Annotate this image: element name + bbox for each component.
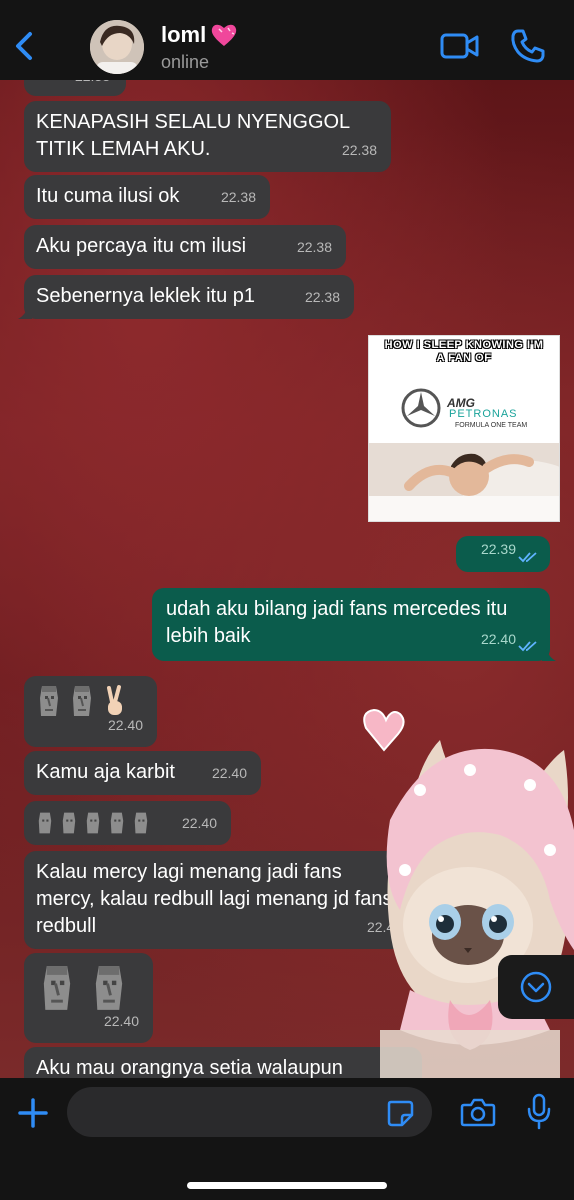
read-receipt-icon: [518, 641, 537, 652]
message-bubble[interactable]: KENAPASIH SELALU NYENGGOL TITIK LEMAH AK…: [24, 101, 391, 172]
avatar[interactable]: [90, 20, 144, 74]
video-camera-icon: [440, 33, 479, 59]
phone-icon: [511, 29, 545, 63]
moai-icon: [62, 812, 76, 834]
chevron-left-icon: [16, 32, 32, 60]
sticker-icon: [387, 1100, 414, 1127]
composer-bar: [0, 1078, 574, 1200]
emoji-message[interactable]: 22.40: [24, 676, 157, 747]
back-button[interactable]: [10, 28, 42, 64]
sticker-button[interactable]: [386, 1099, 414, 1132]
scroll-to-bottom-button[interactable]: [498, 955, 574, 1019]
message-bubble[interactable]: Aku percaya itu cm ilusi 22.38: [24, 225, 346, 269]
chat-area[interactable]: 22.38 KENAPASIH SELALU NYENGGOL TITIK LE…: [0, 80, 574, 1078]
microphone-icon: [527, 1093, 551, 1130]
read-receipt-icon: [518, 552, 537, 563]
attach-button[interactable]: [18, 1098, 48, 1133]
heart-icon: [212, 24, 237, 46]
microphone-button[interactable]: [526, 1093, 552, 1136]
message-bubble[interactable]: Itu cuma ilusi ok 22.38: [24, 175, 270, 219]
contact-name[interactable]: loml: [161, 22, 238, 48]
moai-icon: [40, 686, 58, 716]
message-input[interactable]: [67, 1087, 432, 1137]
contact-status: online: [161, 52, 210, 72]
chat-header: loml online: [0, 0, 574, 80]
plus-icon: [18, 1098, 48, 1128]
moai-icon: [95, 966, 123, 1010]
emoji-message[interactable]: 22.40: [24, 953, 153, 1043]
moai-icon: [73, 686, 91, 716]
home-indicator[interactable]: [187, 1182, 387, 1189]
chevron-down-icon: [520, 971, 552, 1003]
message-bubble[interactable]: 22.39: [456, 536, 550, 572]
moai-icon: [38, 812, 52, 834]
message-bubble[interactable]: 22.38: [24, 80, 126, 96]
voice-call-button[interactable]: [510, 28, 546, 69]
message-bubble[interactable]: udah aku bilang jadi fans mercedes itu l…: [152, 588, 556, 661]
message-bubble[interactable]: Sebenernya leklek itu p1 22.38: [18, 275, 354, 319]
message-bubble[interactable]: Kamu aja karbit 22.40: [24, 751, 261, 795]
cat-wallpaper: [363, 708, 574, 1078]
camera-button[interactable]: [460, 1097, 496, 1132]
meme-image[interactable]: HOW I SLEEP KNOWING I'M A FAN OF AMG PET…: [368, 335, 560, 522]
camera-icon: [460, 1098, 496, 1127]
video-call-button[interactable]: [440, 28, 480, 69]
moai-icon: [110, 812, 124, 834]
moai-icon: [86, 812, 100, 834]
emoji-message[interactable]: 22.40: [24, 801, 231, 845]
moai-icon: [134, 812, 148, 834]
moai-icon: [43, 966, 71, 1010]
